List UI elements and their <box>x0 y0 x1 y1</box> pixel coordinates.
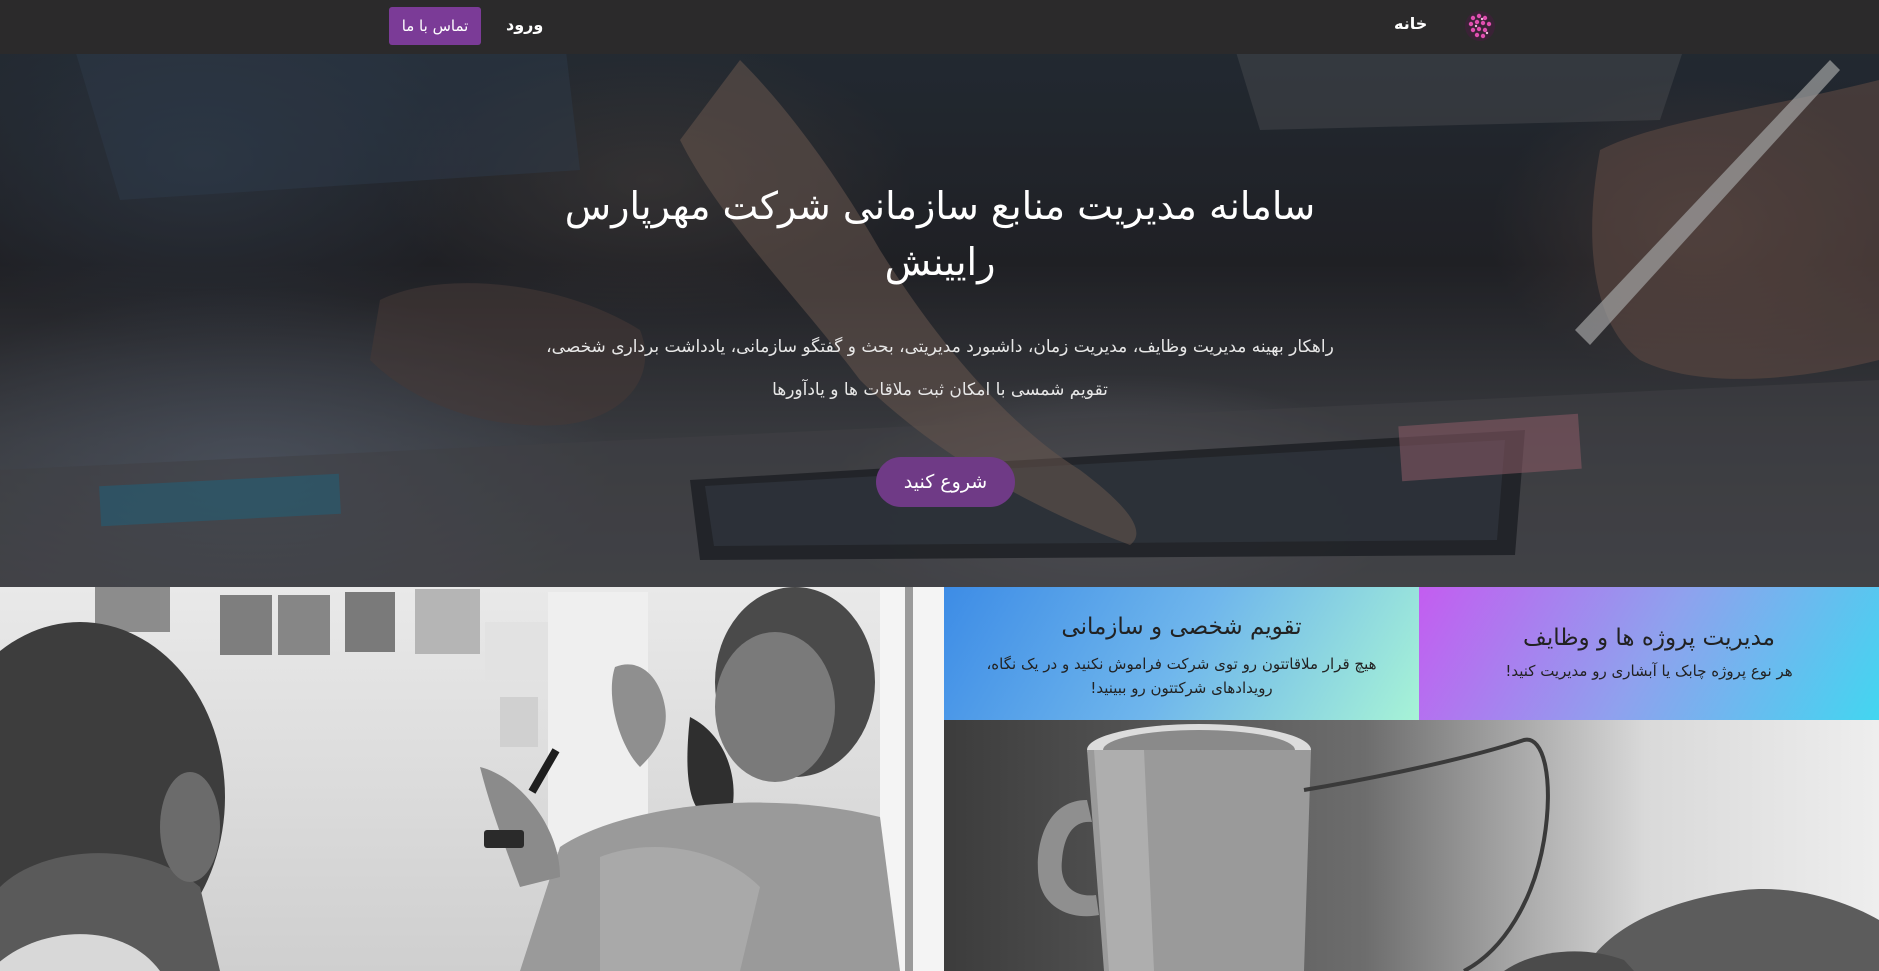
navbar: تماس با ما ورود خانه <box>0 0 1879 54</box>
feature-projects-text: هر نوع پروژه چابک یا آبشاری رو مدیریت کن… <box>1505 662 1793 680</box>
coffee-mug-photo <box>944 720 1879 971</box>
feature-calendar-title: تقویم شخصی و سازمانی <box>1061 614 1302 640</box>
hero-section: سامانه مدیریت منابع سازمانی شرکت مهرپارس… <box>0 0 1879 587</box>
hero-description: راهکار بهینه مدیریت وظایف، مدیریت زمان، … <box>546 337 1334 400</box>
login-link[interactable]: ورود <box>506 15 543 34</box>
start-button[interactable]: شروع کنید <box>876 457 1015 507</box>
home-link[interactable]: خانه <box>1394 14 1427 33</box>
company-logo-icon[interactable] <box>1462 8 1498 44</box>
feature-calendar-text: هیچ قرار ملاقاتتون رو توی شرکت فراموش نک… <box>986 655 1377 697</box>
feature-projects-title: مدیریت پروژه ها و وظایف <box>1523 625 1775 651</box>
hero-title: سامانه مدیریت منابع سازمانی شرکت مهرپارس… <box>564 184 1316 284</box>
team-whiteboard-photo <box>0 587 944 971</box>
feature-card-projects: مدیریت پروژه ها و وظایف هر نوع پروژه چاب… <box>1419 587 1879 720</box>
contact-us-button[interactable]: تماس با ما <box>389 7 481 45</box>
feature-card-calendar: تقویم شخصی و سازمانی هیچ قرار ملاقاتتون … <box>944 587 1419 720</box>
